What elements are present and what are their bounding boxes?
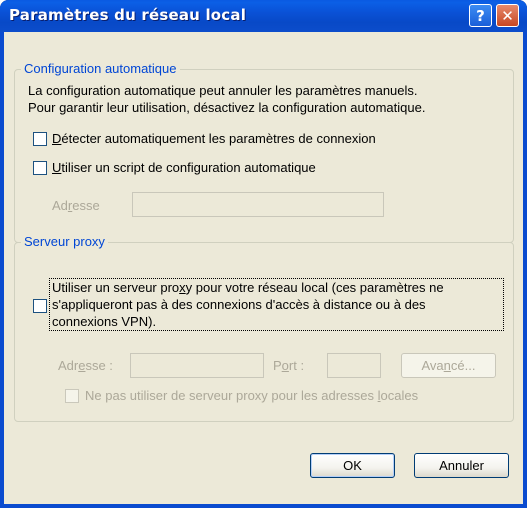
close-icon[interactable]: ✕ xyxy=(496,4,519,27)
use-proxy-label-line2[interactable]: s'appliqueront pas à des connexions d'ac… xyxy=(52,297,426,312)
use-proxy-label-line3[interactable]: connexions VPN). xyxy=(52,314,156,329)
auto-config-description-1: La configuration automatique peut annule… xyxy=(28,83,418,98)
proxy-port-input[interactable] xyxy=(327,353,381,378)
use-script-label[interactable]: Utiliser un script de configuration auto… xyxy=(52,160,316,175)
script-address-input[interactable] xyxy=(132,192,384,217)
proxy-address-label: Adresse : xyxy=(58,358,113,373)
proxy-port-label: Port : xyxy=(273,358,305,373)
bypass-local-checkbox[interactable] xyxy=(65,389,79,403)
detect-settings-checkbox[interactable] xyxy=(33,132,47,146)
proxy-address-input[interactable] xyxy=(130,353,264,378)
help-icon[interactable]: ? xyxy=(469,4,492,27)
script-address-label: Adresse xyxy=(52,198,100,213)
cancel-button[interactable]: Annuler xyxy=(414,453,509,478)
proxy-group: Serveur proxy Utiliser un serveur proxy … xyxy=(14,234,514,422)
window-title: Paramètres du réseau local xyxy=(9,6,247,24)
detect-settings-label[interactable]: Détecter automatiquement les paramètres … xyxy=(52,131,376,146)
window-frame-bottom xyxy=(0,504,527,508)
auto-config-description-2: Pour garantir leur utilisation, désactiv… xyxy=(28,100,426,115)
use-proxy-label-line1[interactable]: Utiliser un serveur proxy pour votre rés… xyxy=(52,280,444,295)
advanced-button[interactable]: Ava n cé... xyxy=(401,353,496,378)
proxy-legend: Serveur proxy xyxy=(21,234,108,249)
auto-config-group: Configuration automatique La configurati… xyxy=(14,61,514,243)
auto-config-legend: Configuration automatique xyxy=(21,61,180,76)
lan-settings-dialog: Paramètres du réseau local ? ✕ Configura… xyxy=(0,0,527,508)
use-proxy-checkbox[interactable] xyxy=(33,299,47,313)
bypass-local-label[interactable]: Ne pas utiliser de serveur proxy pour le… xyxy=(85,388,418,403)
ok-button[interactable]: OK xyxy=(310,453,395,478)
use-script-checkbox[interactable] xyxy=(33,161,47,175)
window-frame-right xyxy=(523,32,527,504)
title-bar[interactable]: Paramètres du réseau local ? ✕ xyxy=(0,0,527,32)
dialog-body: Configuration automatique La configurati… xyxy=(4,32,523,504)
